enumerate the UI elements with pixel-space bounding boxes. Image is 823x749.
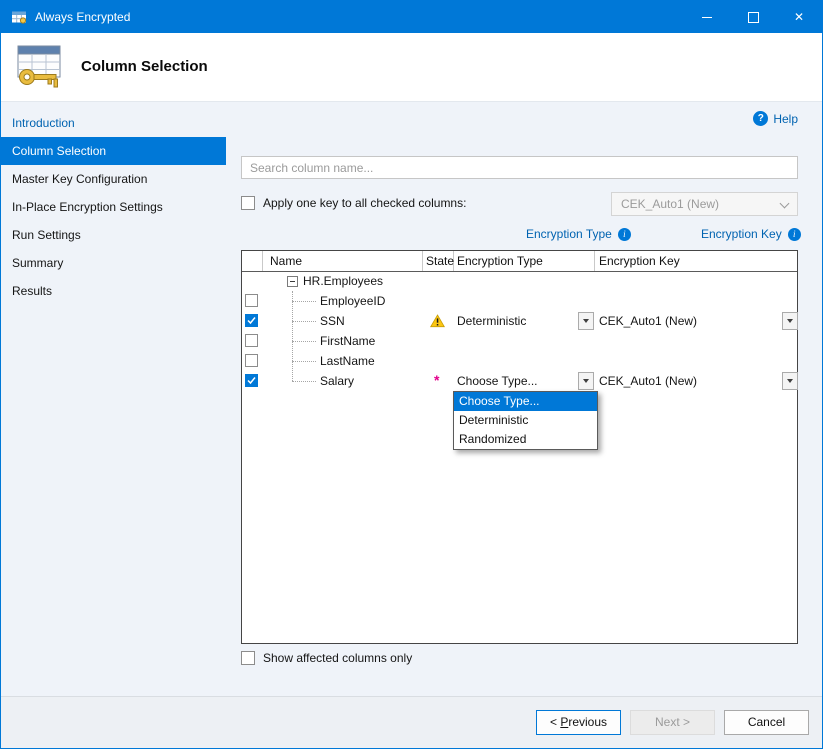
encryption-type-dropdown-button[interactable]	[578, 312, 594, 330]
maximize-icon	[748, 12, 759, 23]
encryption-key-link-label: Encryption Key	[701, 227, 782, 241]
encryption-type-value[interactable]: Deterministic	[457, 314, 526, 328]
minimize-button[interactable]	[684, 1, 730, 33]
next-button[interactable]: Next >	[630, 710, 715, 735]
check-icon	[247, 376, 256, 385]
encryption-type-info-icon[interactable]: i	[618, 228, 631, 241]
checkbox-lastname[interactable]	[245, 354, 258, 367]
close-button[interactable]: ✕	[776, 1, 822, 33]
cek-key-select-value: CEK_Auto1 (New)	[621, 197, 719, 211]
collapse-expander-icon[interactable]	[287, 276, 298, 287]
title-bar: Always Encrypted ✕	[1, 1, 822, 33]
cancel-button[interactable]: Cancel	[724, 710, 809, 735]
show-affected-row: Show affected columns only	[241, 651, 412, 665]
encryption-type-link-label: Encryption Type	[526, 227, 612, 241]
grid-header: Name State Encryption Type Encryption Ke…	[242, 251, 797, 272]
column-name: FirstName	[320, 334, 375, 348]
chevron-down-icon	[780, 199, 790, 209]
table-row-firstname[interactable]: FirstName	[242, 331, 797, 351]
encryption-key-info-icon[interactable]: i	[788, 228, 801, 241]
table-row-lastname[interactable]: LastName	[242, 351, 797, 371]
encryption-type-link[interactable]: Encryption Type i	[526, 227, 631, 241]
checkbox-employeeid[interactable]	[245, 294, 258, 307]
caret-down-icon	[583, 319, 589, 323]
sidebar-item-in-place-encryption-settings[interactable]: In-Place Encryption Settings	[1, 193, 226, 221]
encryption-key-dropdown-button[interactable]	[782, 312, 798, 330]
column-name: LastName	[320, 354, 375, 368]
window-title: Always Encrypted	[35, 10, 130, 24]
column-divider	[262, 251, 263, 271]
help-icon: ?	[753, 111, 768, 126]
column-name: EmployeeID	[320, 294, 385, 308]
encryption-key-dropdown-button[interactable]	[782, 372, 798, 390]
column-divider	[594, 251, 595, 271]
check-icon	[247, 316, 256, 325]
listbox-option-choose-type[interactable]: Choose Type...	[454, 392, 597, 411]
show-affected-label: Show affected columns only	[263, 651, 412, 665]
caret-down-icon	[787, 319, 793, 323]
column-selection-table-key-icon	[14, 43, 66, 91]
maximize-button[interactable]	[730, 1, 776, 33]
caret-down-icon	[583, 379, 589, 383]
wizard-steps-sidebar: Introduction Column Selection Master Key…	[1, 102, 226, 748]
search-column-input[interactable]	[241, 156, 798, 179]
encryption-type-dropdown-button[interactable]	[578, 372, 594, 390]
header-encryption-type: Encryption Type	[457, 254, 543, 268]
sidebar-item-summary[interactable]: Summary	[1, 249, 226, 277]
table-row-salary[interactable]: Salary * Choose Type... CEK_Auto1 (New)	[242, 371, 797, 391]
encryption-key-link[interactable]: Encryption Key i	[701, 227, 801, 241]
main-content: ? Help Apply one key to all checked colu…	[226, 102, 822, 696]
column-divider	[422, 251, 423, 271]
cek-key-select[interactable]: CEK_Auto1 (New)	[611, 192, 798, 216]
table-group-row[interactable]: HR.Employees	[242, 271, 797, 291]
footer-bar: < Previous Next > Cancel	[1, 696, 822, 748]
columns-grid: Name State Encryption Type Encryption Ke…	[241, 250, 798, 644]
close-icon: ✕	[794, 10, 804, 24]
sidebar-item-run-settings[interactable]: Run Settings	[1, 221, 226, 249]
apply-one-key-row: Apply one key to all checked columns:	[241, 196, 466, 210]
header-state: State	[426, 254, 454, 268]
listbox-option-randomized[interactable]: Randomized	[454, 430, 597, 449]
table-row-ssn[interactable]: SSN Deterministic CEK_Auto1 (New)	[242, 311, 797, 331]
help-link[interactable]: ? Help	[753, 111, 798, 126]
sidebar-item-column-selection[interactable]: Column Selection	[1, 137, 226, 165]
encryption-key-value[interactable]: CEK_Auto1 (New)	[599, 314, 697, 328]
apply-one-key-label: Apply one key to all checked columns:	[263, 196, 466, 210]
window-controls: ✕	[684, 1, 822, 33]
help-label: Help	[773, 112, 798, 126]
encryption-type-listbox: Choose Type... Deterministic Randomized	[453, 391, 598, 450]
table-group-label: HR.Employees	[303, 274, 383, 288]
listbox-option-deterministic[interactable]: Deterministic	[454, 411, 597, 430]
show-affected-checkbox[interactable]	[241, 651, 255, 665]
header-encryption-key: Encryption Key	[599, 254, 680, 268]
checkbox-ssn[interactable]	[245, 314, 258, 327]
previous-button[interactable]: < Previous	[536, 710, 621, 735]
warning-icon	[430, 314, 445, 331]
checkbox-firstname[interactable]	[245, 334, 258, 347]
column-name: SSN	[320, 314, 345, 328]
header-name: Name	[270, 254, 302, 268]
always-encrypted-wizard-window: Always Encrypted ✕ Column Selection Intr…	[0, 0, 823, 749]
apply-one-key-checkbox[interactable]	[241, 196, 255, 210]
table-row-employeeid[interactable]: EmployeeID	[242, 291, 797, 311]
sidebar-item-results[interactable]: Results	[1, 277, 226, 305]
caret-down-icon	[787, 379, 793, 383]
encryption-key-value[interactable]: CEK_Auto1 (New)	[599, 374, 697, 388]
page-header: Column Selection	[1, 33, 822, 102]
page-title: Column Selection	[81, 58, 208, 75]
sidebar-item-master-key-configuration[interactable]: Master Key Configuration	[1, 165, 226, 193]
encryption-type-value[interactable]: Choose Type...	[457, 374, 538, 388]
column-name: Salary	[320, 374, 354, 388]
sidebar-item-introduction[interactable]: Introduction	[1, 109, 226, 137]
app-icon	[11, 9, 27, 25]
required-asterisk-icon: *	[434, 372, 439, 388]
minimize-icon	[702, 17, 712, 18]
checkbox-salary[interactable]	[245, 374, 258, 387]
